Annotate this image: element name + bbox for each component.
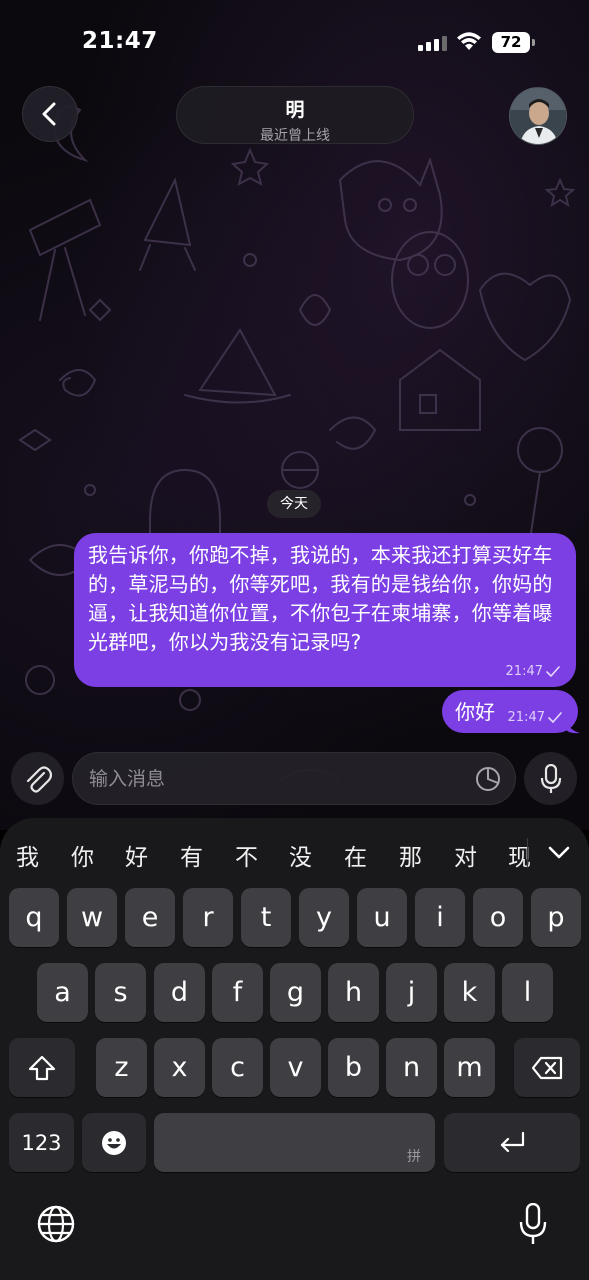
key-z[interactable]: z <box>96 1038 147 1097</box>
candidate-word[interactable]: 你 <box>71 838 94 872</box>
key-e[interactable]: e <box>125 888 175 947</box>
candidate-word[interactable]: 那 <box>399 838 422 872</box>
key-g[interactable]: g <box>270 963 321 1022</box>
key-d[interactable]: d <box>154 963 205 1022</box>
key-p[interactable]: p <box>531 888 581 947</box>
globe-icon[interactable] <box>36 1204 76 1244</box>
wifi-icon <box>457 32 481 50</box>
message-meta: 21:47 <box>508 710 562 725</box>
attach-button[interactable] <box>11 752 64 805</box>
message-text: 我告诉你，你跑不掉，我说的，本来我还打算买好车的，草泥马的，你等死吧，我有的是钱… <box>88 543 553 654</box>
chevron-down-icon[interactable] <box>545 840 573 864</box>
key-i[interactable]: i <box>415 888 465 947</box>
avatar-photo <box>510 88 566 144</box>
paperclip-icon <box>26 765 52 793</box>
message-input-container[interactable] <box>72 752 516 805</box>
back-button[interactable] <box>22 86 78 142</box>
battery-icon: 72 <box>492 32 536 53</box>
candidate-word[interactable]: 没 <box>289 838 312 872</box>
delete-key[interactable] <box>514 1038 580 1097</box>
key-r[interactable]: r <box>183 888 233 947</box>
shift-icon <box>28 1055 56 1080</box>
status-time: 21:47 <box>82 28 158 54</box>
message-meta: 21:47 <box>506 664 560 679</box>
key-a[interactable]: a <box>37 963 88 1022</box>
key-y[interactable]: y <box>299 888 349 947</box>
candidate-word[interactable]: 在 <box>344 838 367 872</box>
key-v[interactable]: v <box>270 1038 321 1097</box>
return-icon <box>500 1131 525 1152</box>
message-input[interactable] <box>89 753 469 804</box>
key-x[interactable]: x <box>154 1038 205 1097</box>
candidate-word[interactable]: 不 <box>235 838 258 872</box>
microphone-icon <box>540 763 561 793</box>
message-text: 你好 <box>455 700 495 724</box>
outgoing-message[interactable]: 你好 21:47 <box>442 690 578 733</box>
key-c[interactable]: c <box>212 1038 263 1097</box>
key-o[interactable]: o <box>473 888 523 947</box>
checkmark-icon <box>546 666 560 677</box>
key-n[interactable]: n <box>386 1038 437 1097</box>
cellular-signal-icon <box>418 35 447 51</box>
avatar[interactable] <box>509 87 567 145</box>
key-m[interactable]: m <box>444 1038 495 1097</box>
key-s[interactable]: s <box>95 963 146 1022</box>
numbers-key[interactable]: 123 <box>9 1113 74 1172</box>
shift-key[interactable] <box>9 1038 75 1097</box>
key-j[interactable]: j <box>386 963 437 1022</box>
chevron-left-icon <box>42 102 56 126</box>
contact-last-seen: 最近曾上线 <box>260 128 330 144</box>
bubble-tail <box>566 718 580 734</box>
candidate-word[interactable]: 我 <box>16 838 39 872</box>
space-key-hint: 拼 <box>407 1149 421 1165</box>
key-u[interactable]: u <box>357 888 407 947</box>
chat-title[interactable]: 明 最近曾上线 <box>176 86 414 144</box>
key-w[interactable]: w <box>67 888 117 947</box>
candidate-word[interactable]: 对 <box>454 838 477 872</box>
date-separator: 今天 <box>267 490 321 518</box>
checkmark-icon <box>548 712 562 723</box>
candidate-divider <box>527 838 528 868</box>
key-l[interactable]: l <box>502 963 553 1022</box>
return-key[interactable] <box>444 1113 580 1172</box>
outgoing-message[interactable]: 我告诉你，你跑不掉，我说的，本来我还打算买好车的，草泥马的，你等死吧，我有的是钱… <box>74 533 576 687</box>
key-k[interactable]: k <box>444 963 495 1022</box>
message-time: 21:47 <box>507 710 545 725</box>
battery-level: 72 <box>492 32 530 53</box>
voice-record-button[interactable] <box>524 752 577 805</box>
key-f[interactable]: f <box>212 963 263 1022</box>
contact-name: 明 <box>285 99 305 121</box>
message-time: 21:47 <box>505 664 543 679</box>
candidate-word[interactable]: 好 <box>125 838 148 872</box>
candidate-bar: 我 你 好 有 不 没 在 那 对 现 <box>0 818 589 886</box>
microphone-icon[interactable] <box>518 1203 548 1245</box>
backspace-icon <box>531 1056 563 1079</box>
emoji-key[interactable] <box>82 1113 146 1172</box>
key-b[interactable]: b <box>328 1038 379 1097</box>
key-h[interactable]: h <box>328 963 379 1022</box>
space-key[interactable]: 拼 <box>154 1113 435 1172</box>
emoji-icon <box>102 1130 126 1155</box>
key-q[interactable]: q <box>9 888 59 947</box>
key-t[interactable]: t <box>241 888 291 947</box>
sticker-icon[interactable] <box>475 766 501 792</box>
status-bar: 21:47 72 <box>0 0 589 86</box>
candidate-word[interactable]: 有 <box>180 838 203 872</box>
